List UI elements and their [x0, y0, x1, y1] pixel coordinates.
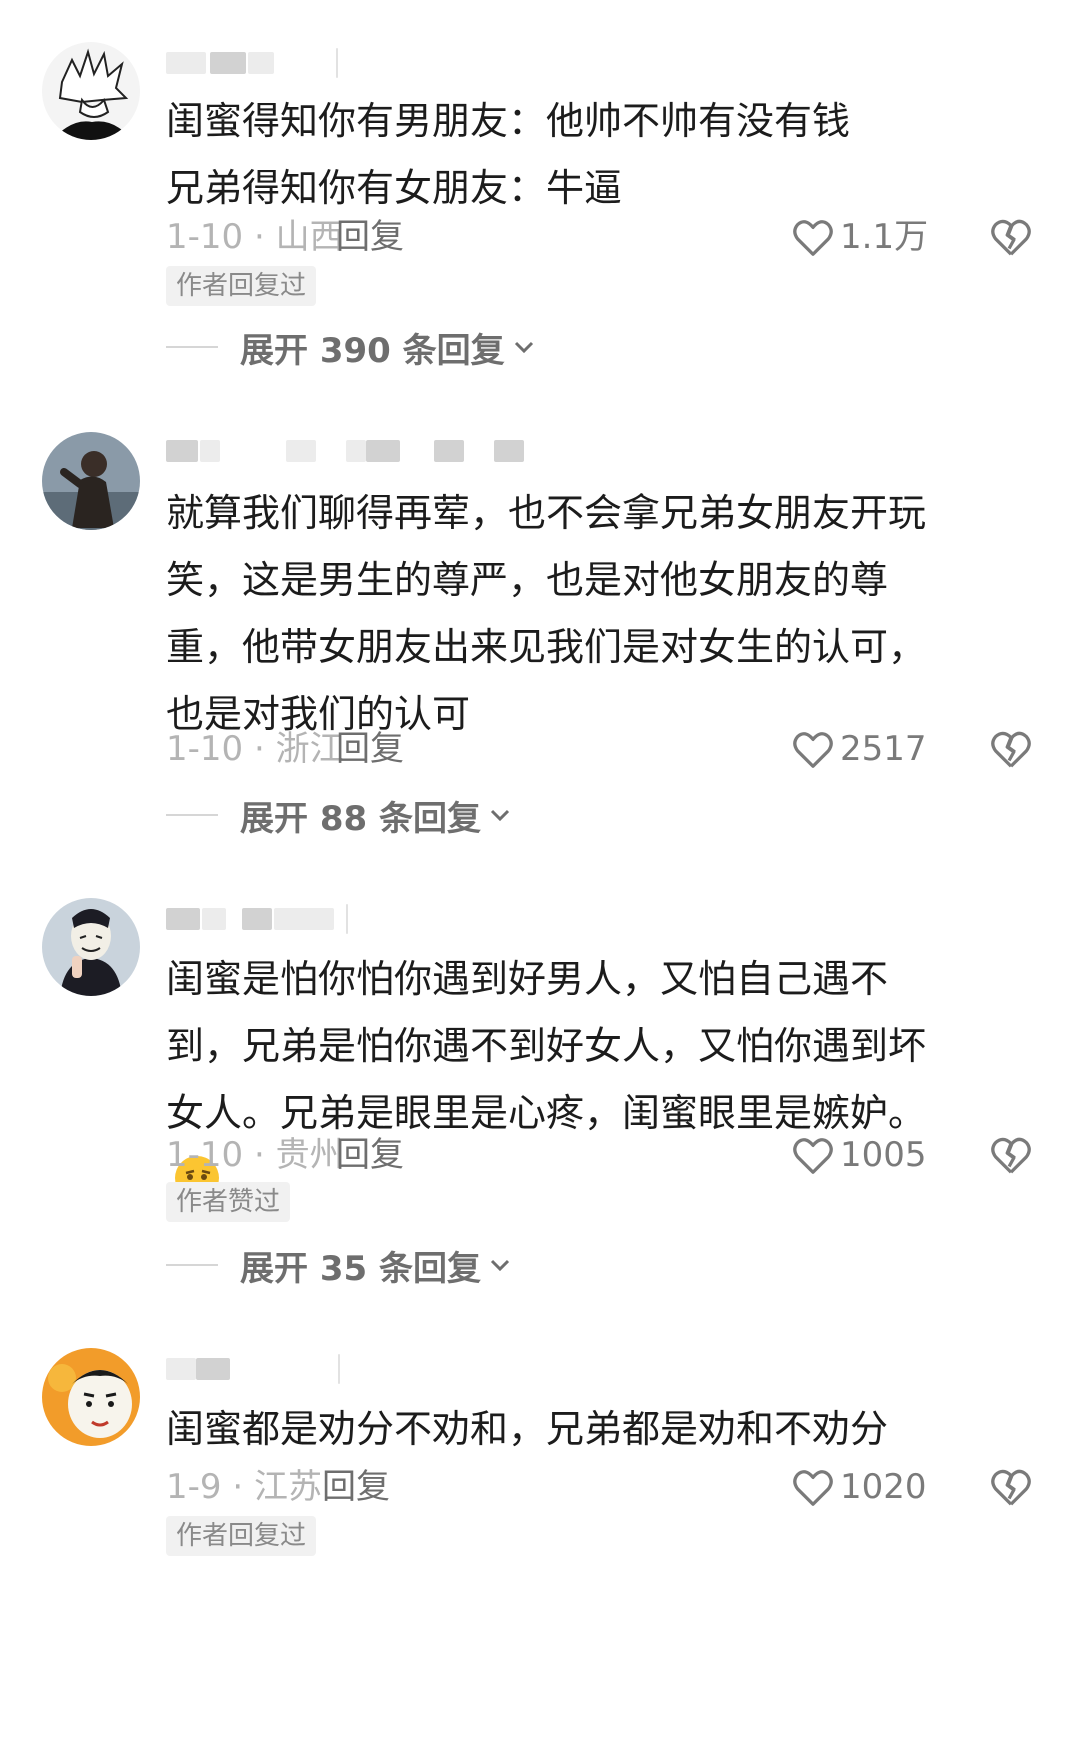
- username-redacted[interactable]: [166, 904, 366, 934]
- masked-person-avatar-icon[interactable]: [42, 898, 140, 996]
- author-badge: 作者赞过: [166, 1182, 291, 1222]
- comment-text: 就算我们聊得再荤，也不会拿兄弟女朋友开玩笑，这是男生的尊严，也是对他女朋友的尊重…: [166, 491, 927, 736]
- comment-text-body: 闺蜜是怕你怕你遇到好男人，又怕自己遇不到，兄弟是怕你遇不到好女人，又怕你遇到坏女…: [166, 957, 927, 1135]
- reply-button[interactable]: 回复: [336, 212, 404, 262]
- expand-replies-label: 展开 35 条回复: [240, 1248, 481, 1289]
- chevron-down-icon: [490, 1259, 510, 1272]
- like-count: 1.1万: [840, 217, 929, 257]
- heart-icon: [793, 732, 833, 768]
- comment-date-location: 1-10 · 浙江: [166, 729, 344, 769]
- divider: [166, 1264, 218, 1266]
- expand-replies-button[interactable]: 展开 35 条回复: [166, 1240, 511, 1290]
- broken-heart-icon[interactable]: [988, 1132, 1034, 1178]
- like-button[interactable]: 1005: [790, 1132, 927, 1178]
- reply-button[interactable]: 回复: [336, 724, 404, 774]
- username-redacted[interactable]: [166, 48, 346, 78]
- like-count: 2517: [840, 729, 927, 769]
- author-badge: 作者回复过: [166, 266, 317, 306]
- reply-button[interactable]: 回复: [336, 1130, 404, 1180]
- broken-heart-icon[interactable]: [988, 726, 1034, 772]
- photo-avatar-icon[interactable]: [42, 432, 140, 530]
- comment-text: 闺蜜得知你有男朋友：他帅不帅有没有钱 兄弟得知你有女朋友：牛逼: [166, 99, 851, 210]
- comment-meta: 1-10 · 贵州 回复 1005: [166, 1130, 1046, 1180]
- like-button[interactable]: 1020: [790, 1464, 927, 1510]
- like-count: 1005: [840, 1135, 927, 1175]
- comment-date-location: 1-9 · 江苏: [166, 1467, 322, 1507]
- comment-meta: 1-10 · 山西 回复 1.1万: [166, 212, 1046, 262]
- cartoon-face-avatar-icon[interactable]: [42, 1348, 140, 1446]
- reply-button[interactable]: 回复: [322, 1462, 390, 1512]
- comment-meta: 1-10 · 浙江 回复 2517: [166, 724, 1046, 774]
- heart-icon: [793, 220, 833, 256]
- broken-heart-icon[interactable]: [988, 1464, 1034, 1510]
- like-button[interactable]: 2517: [790, 726, 927, 772]
- expand-replies-button[interactable]: 展开 88 条回复: [166, 790, 511, 840]
- expand-replies-label: 展开 390 条回复: [240, 330, 505, 371]
- expand-replies-label: 展开 88 条回复: [240, 798, 481, 839]
- heart-icon: [793, 1470, 833, 1506]
- anime-avatar-icon[interactable]: [42, 42, 140, 140]
- broken-heart-icon[interactable]: [988, 214, 1034, 260]
- chevron-down-icon: [490, 809, 510, 822]
- username-redacted[interactable]: [166, 436, 566, 466]
- comment-text: 闺蜜都是劝分不劝和，兄弟都是劝和不劝分: [166, 1407, 889, 1451]
- like-button[interactable]: 1.1万: [790, 214, 928, 260]
- divider: [166, 346, 218, 348]
- heart-icon: [793, 1138, 833, 1174]
- comment-date-location: 1-10 · 贵州: [166, 1135, 344, 1175]
- divider: [166, 814, 218, 816]
- comment-meta: 1-9 · 江苏 回复 1020: [166, 1462, 1046, 1512]
- like-count: 1020: [840, 1467, 927, 1507]
- chevron-down-icon: [514, 341, 533, 354]
- author-badge: 作者回复过: [166, 1516, 317, 1556]
- expand-replies-button[interactable]: 展开 390 条回复: [166, 322, 535, 372]
- comment-date-location: 1-10 · 山西: [166, 217, 344, 257]
- username-redacted[interactable]: [166, 1354, 366, 1384]
